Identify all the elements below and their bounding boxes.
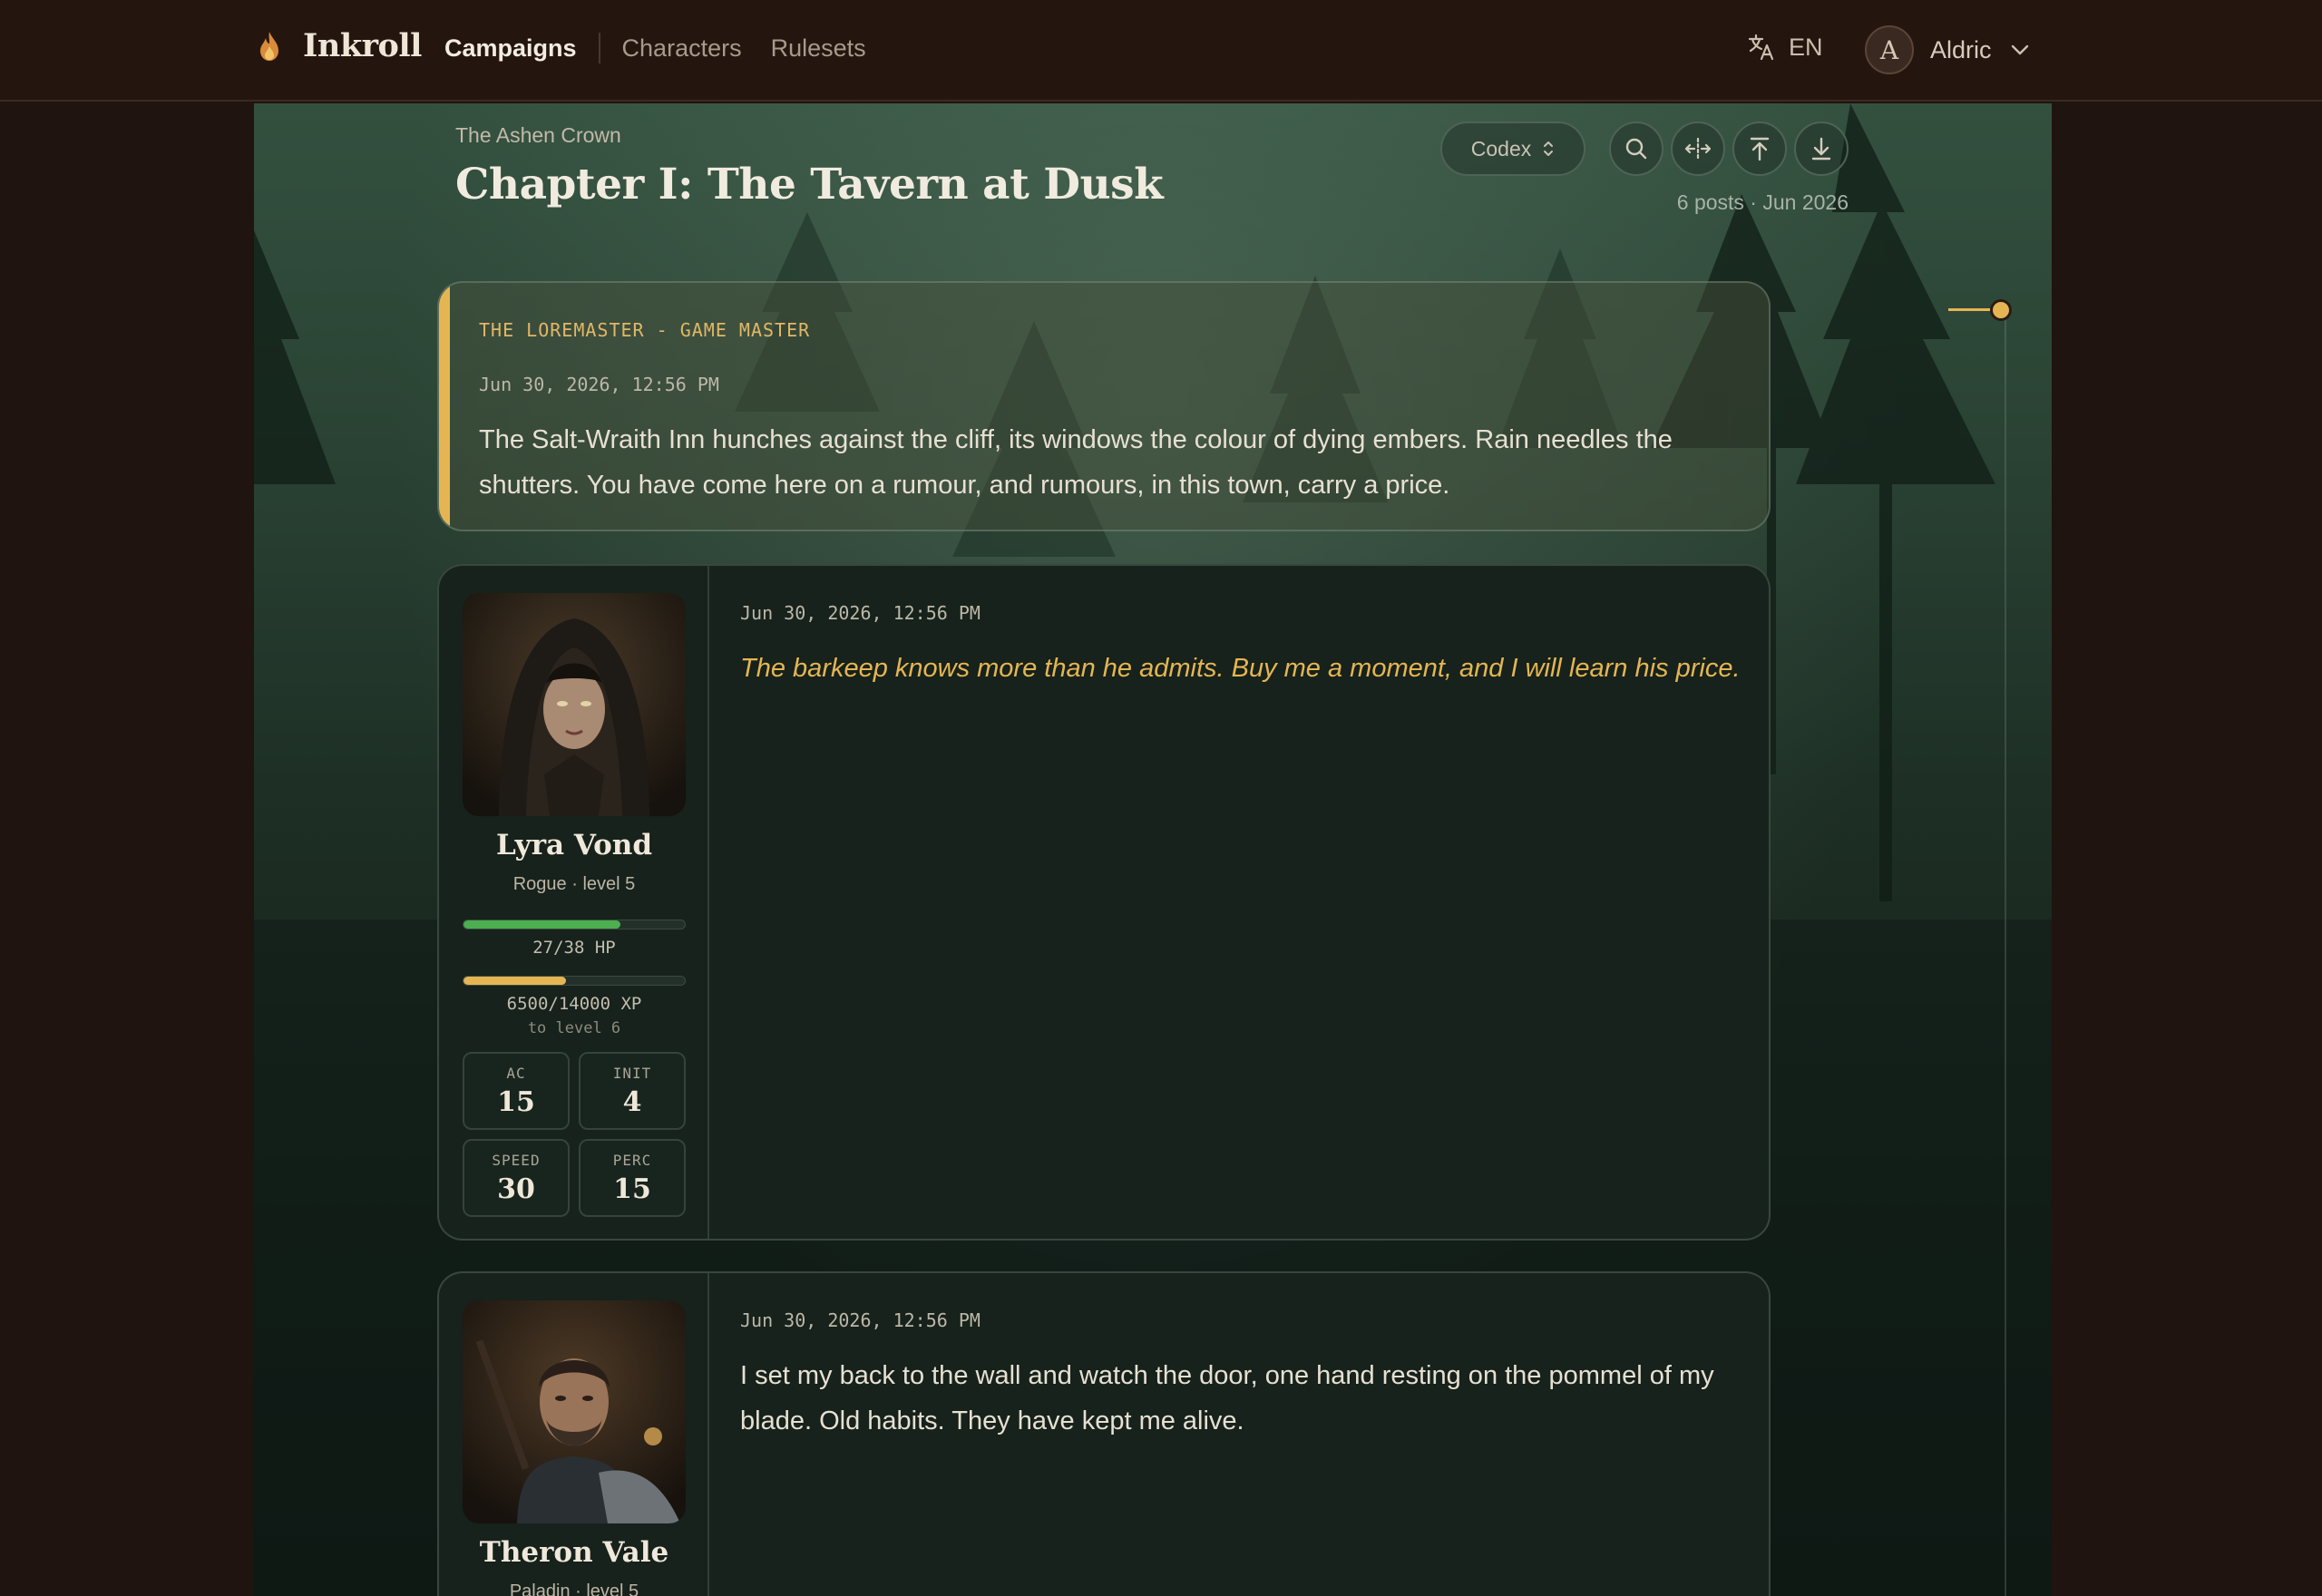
search-icon [1625, 138, 1647, 160]
stat-label: INIT [612, 1065, 652, 1082]
nav-link-characters[interactable]: Characters [622, 34, 742, 63]
stat-value: 15 [613, 1173, 651, 1205]
view-mode-select[interactable]: Codex [1440, 122, 1585, 176]
post-author: THE LOREMASTER - GAME MASTER [479, 319, 811, 341]
nav-divider [598, 33, 600, 63]
stat-label: SPEED [492, 1152, 541, 1169]
user-menu[interactable]: A Aldric [1865, 25, 2030, 74]
brand-name: Inkroll [303, 27, 422, 64]
hp-bar-fill [463, 920, 621, 929]
character-post-card: Lyra Vond Rogue · level 5 27/38 HP 6500/… [437, 564, 1771, 1241]
brand-home-link[interactable]: Inkroll [256, 27, 422, 64]
character-portrait[interactable] [463, 1300, 686, 1523]
timeline-position-marker[interactable] [1990, 299, 2012, 321]
timeline-track [2005, 310, 2006, 1596]
stat-value: 15 [497, 1086, 535, 1118]
chapter-title: Chapter I: The Tavern at Dusk [455, 160, 1164, 209]
download-icon [1811, 137, 1831, 161]
avatar: A [1865, 25, 1914, 74]
character-portrait[interactable] [463, 593, 686, 816]
jump-to-top-icon [1750, 137, 1770, 161]
armored-paladin-portrait-image [463, 1300, 686, 1523]
post-timestamp: Jun 30, 2026, 12:56 PM [740, 602, 981, 624]
stat-ac: AC 15 [463, 1052, 570, 1130]
view-mode-value: Codex [1470, 136, 1532, 161]
stat-value: 4 [622, 1086, 642, 1118]
hp-bar [463, 920, 686, 929]
post-body: I set my back to the wall and watch the … [740, 1361, 1714, 1435]
gm-accent-bar [439, 283, 450, 530]
stat-speed: SPEED 30 [463, 1139, 570, 1217]
xp-label: 6500/14000 XP [506, 994, 642, 1014]
character-name[interactable]: Lyra Vond [439, 829, 709, 861]
chevron-up-down-icon [1544, 141, 1554, 156]
xp-next-level: to level 6 [527, 1019, 621, 1037]
stat-label: PERC [612, 1152, 652, 1169]
character-sidebar: Lyra Vond Rogue · level 5 27/38 HP 6500/… [439, 566, 709, 1239]
hp-label: 27/38 HP [532, 938, 616, 958]
download-button[interactable] [1794, 122, 1849, 176]
character-class-level: Rogue · level 5 [512, 874, 636, 894]
expand-width-icon [1684, 137, 1712, 161]
search-button[interactable] [1609, 122, 1663, 176]
main-nav: Campaigns Characters Rulesets [444, 33, 866, 63]
stat-value: 30 [497, 1173, 535, 1205]
character-sidebar: Theron Vale Paladin · level 5 [439, 1273, 709, 1596]
stat-init: INIT 4 [579, 1052, 686, 1130]
character-name[interactable]: Theron Vale [439, 1536, 709, 1569]
stat-label: AC [506, 1065, 526, 1082]
chapter-meta: 6 posts · Jun 2026 [1676, 190, 1849, 214]
nav-link-rulesets[interactable]: Rulesets [771, 34, 866, 63]
xp-bar [463, 976, 686, 986]
xp-bar-fill [463, 977, 567, 985]
post-timestamp: Jun 30, 2026, 12:56 PM [740, 1309, 981, 1331]
language-switcher[interactable]: EN [1747, 33, 1823, 62]
post-timestamp: Jun 30, 2026, 12:56 PM [479, 374, 719, 395]
hooded-rogue-portrait-image [463, 593, 686, 816]
language-code: EN [1789, 33, 1823, 61]
translate-icon [1748, 34, 1774, 61]
user-name: Aldric [1930, 35, 1992, 63]
chapter-stage: The Ashen Crown Chapter I: The Tavern at… [254, 103, 2052, 1596]
campaign-breadcrumb[interactable]: The Ashen Crown [455, 123, 621, 148]
timeline-marker-stub [1948, 308, 1994, 311]
jump-to-top-button[interactable] [1732, 122, 1787, 176]
post-body: The barkeep knows more than he admits. B… [740, 654, 1741, 683]
top-navbar: Inkroll Campaigns Characters Rulesets EN… [0, 0, 2322, 102]
character-post-card: Theron Vale Paladin · level 5 Jun 30, 20… [437, 1271, 1771, 1596]
stat-perc: PERC 15 [579, 1139, 686, 1217]
post-body: The Salt-Wraith Inn hunches against the … [479, 425, 1673, 500]
nav-link-campaigns[interactable]: Campaigns [444, 34, 577, 63]
gm-post-card: THE LOREMASTER - GAME MASTER Jun 30, 202… [437, 281, 1771, 531]
expand-width-button[interactable] [1671, 122, 1725, 176]
character-class-level: Paladin · level 5 [509, 1581, 639, 1596]
chevron-down-icon [2011, 44, 2028, 55]
flame-logo-icon [260, 31, 278, 61]
